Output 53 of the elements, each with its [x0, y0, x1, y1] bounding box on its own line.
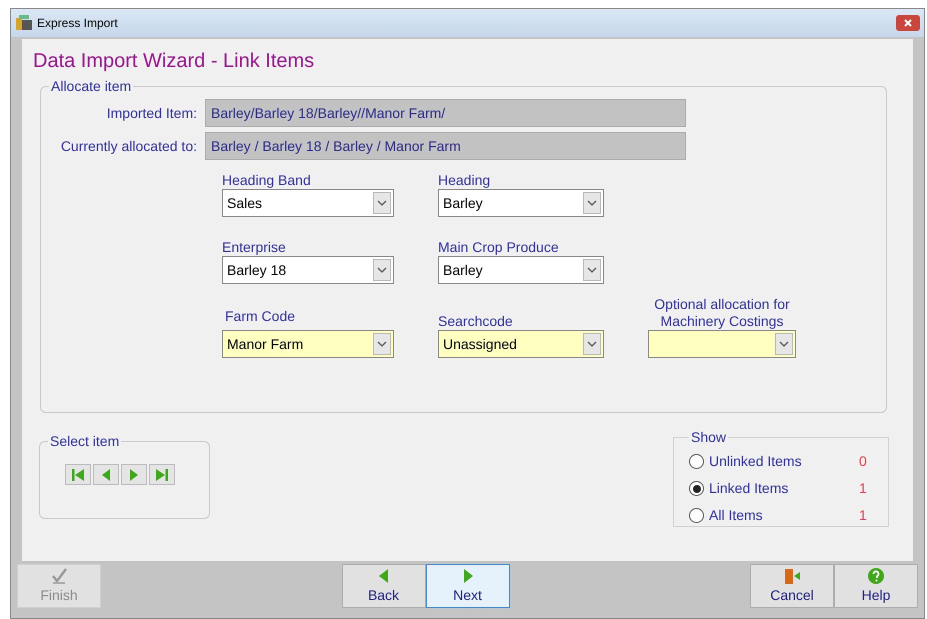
readonly-field: Barley/Barley 18/Barley//Manor Farm/: [205, 99, 686, 127]
radio-button[interactable]: [689, 481, 704, 496]
window-title: Express Import: [37, 15, 118, 32]
app-icon: [15, 15, 33, 31]
group-title: Show: [690, 428, 728, 447]
option-label[interactable]: Linked Items: [709, 478, 859, 499]
option-label[interactable]: All Items: [709, 505, 859, 526]
field-label: Currently allocated to:: [60, 136, 197, 156]
dropdown[interactable]: Barley: [438, 256, 604, 284]
chevron-down-icon: [373, 192, 391, 214]
field-label: Optional allocation for Machinery Costings: [653, 296, 791, 330]
item-count: 1: [859, 479, 867, 498]
door-icon: [783, 566, 801, 584]
dropdown[interactable]: Barley: [438, 189, 604, 217]
dropdown[interactable]: Manor Farm: [222, 330, 394, 358]
item-count: 1: [859, 506, 867, 525]
readonly-field: Barley / Barley 18 / Barley / Manor Farm: [205, 132, 686, 160]
field-label: Enterprise: [222, 239, 287, 256]
chevron-down-icon: [583, 333, 601, 355]
chevron-down-icon: [775, 333, 793, 355]
group-title: Allocate item: [50, 77, 132, 96]
dropdown[interactable]: Barley 18: [222, 256, 394, 284]
dropdown[interactable]: [648, 330, 796, 358]
chevron-down-icon: [583, 259, 601, 281]
option-label[interactable]: Unlinked Items: [709, 451, 859, 472]
help-icon: [867, 566, 885, 584]
field-label: Heading: [438, 172, 492, 189]
chevron-down-icon: [583, 192, 601, 214]
dropdown[interactable]: Unassigned: [438, 330, 604, 358]
previous-button[interactable]: [93, 464, 119, 485]
dropdown[interactable]: Sales: [222, 189, 394, 217]
first-button[interactable]: [65, 464, 91, 485]
field-label: Farm Code: [224, 308, 296, 325]
close-button[interactable]: [896, 15, 920, 31]
field-label: Searchcode: [438, 313, 514, 330]
field-label: Imported Item:: [106, 104, 197, 123]
chevron-down-icon: [373, 259, 391, 281]
item-count: 0: [859, 452, 867, 471]
next-button[interactable]: [121, 464, 147, 485]
back-button[interactable]: Back: [342, 564, 426, 608]
field-label: Main Crop Produce: [438, 239, 560, 256]
help-button[interactable]: Help: [834, 564, 918, 608]
page-heading: Data Import Wizard - Link Items: [33, 51, 316, 71]
group-title: Select item: [49, 432, 120, 451]
checkmark-icon: [50, 566, 68, 584]
chevron-down-icon: [373, 333, 391, 355]
next-button[interactable]: Next: [426, 564, 510, 608]
last-button[interactable]: [149, 464, 175, 485]
cancel-button[interactable]: Cancel: [750, 564, 834, 608]
field-label: Heading Band: [222, 172, 312, 189]
radio-button[interactable]: [689, 508, 704, 523]
close-icon: [903, 18, 913, 28]
radio-button[interactable]: [689, 454, 704, 469]
